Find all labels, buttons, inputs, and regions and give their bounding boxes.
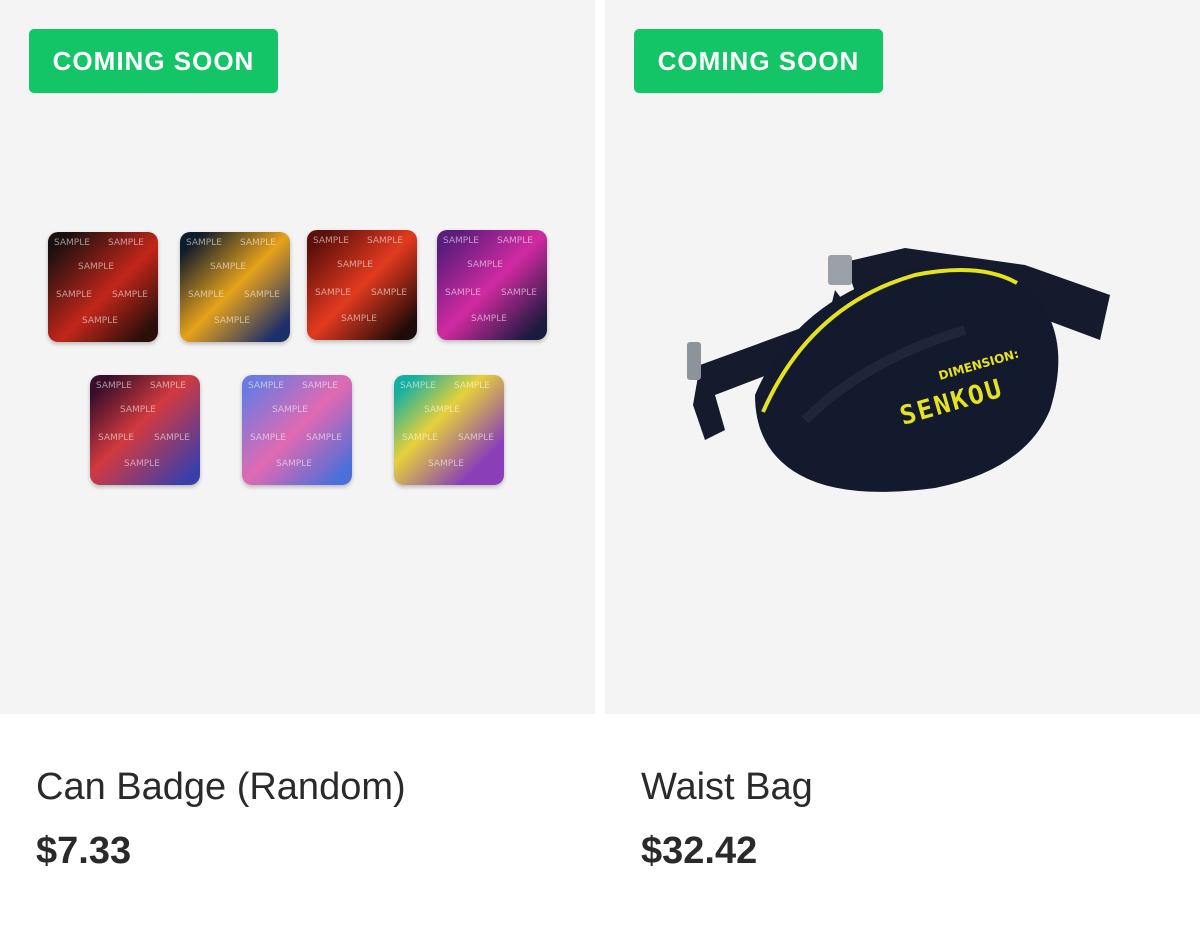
can-badge-thumb: SAMPLE SAMPLE SAMPLE SAMPLE SAMPLE SAMPLE (242, 375, 352, 485)
sample-watermark: SAMPLE (400, 381, 436, 391)
sample-watermark: SAMPLE (56, 290, 92, 300)
sample-watermark: SAMPLE (302, 381, 338, 391)
sample-watermark: SAMPLE (337, 260, 373, 270)
can-badge-thumb: SAMPLE SAMPLE SAMPLE SAMPLE SAMPLE SAMPLE (437, 230, 547, 340)
product-card-waist-bag[interactable]: DIMENSION: SENKOU COMING SOON Waist Bag … (605, 0, 1200, 943)
sample-watermark: SAMPLE (467, 260, 503, 270)
sample-watermark: SAMPLE (210, 262, 246, 272)
product-title[interactable]: Can Badge (Random) (36, 766, 406, 809)
coming-soon-badge: COMING SOON (634, 29, 883, 93)
sample-watermark: SAMPLE (313, 236, 349, 246)
sample-watermark: SAMPLE (471, 314, 507, 324)
sample-watermark: SAMPLE (443, 236, 479, 246)
sample-watermark: SAMPLE (214, 316, 250, 326)
sample-watermark: SAMPLE (150, 381, 186, 391)
can-badge-thumb: SAMPLE SAMPLE SAMPLE SAMPLE SAMPLE SAMPLE (307, 230, 417, 340)
sample-watermark: SAMPLE (186, 238, 222, 248)
sample-watermark: SAMPLE (124, 459, 160, 469)
sample-watermark: SAMPLE (112, 290, 148, 300)
sample-watermark: SAMPLE (108, 238, 144, 248)
sample-watermark: SAMPLE (428, 459, 464, 469)
sample-watermark: SAMPLE (244, 290, 280, 300)
sample-watermark: SAMPLE (458, 433, 494, 443)
sample-watermark: SAMPLE (371, 288, 407, 298)
product-price: $32.42 (641, 830, 758, 872)
sample-watermark: SAMPLE (82, 316, 118, 326)
sample-watermark: SAMPLE (120, 405, 156, 415)
can-badge-thumb: SAMPLE SAMPLE SAMPLE SAMPLE SAMPLE SAMPLE (90, 375, 200, 485)
can-badge-set-image: SAMPLE SAMPLE SAMPLE SAMPLE SAMPLE SAMPLE SAMP… (0, 0, 595, 714)
sample-watermark: SAMPLE (315, 288, 351, 298)
sample-watermark: SAMPLE (402, 433, 438, 443)
sample-watermark: SAMPLE (78, 262, 114, 272)
sample-watermark: SAMPLE (240, 238, 276, 248)
sample-watermark: SAMPLE (250, 433, 286, 443)
coming-soon-badge: COMING SOON (29, 29, 278, 93)
sample-watermark: SAMPLE (454, 381, 490, 391)
sample-watermark: SAMPLE (424, 405, 460, 415)
product-image-waist-bag[interactable]: DIMENSION: SENKOU (605, 0, 1200, 714)
sample-watermark: SAMPLE (367, 236, 403, 246)
waist-bag-image: DIMENSION: SENKOU (687, 248, 1110, 492)
sample-watermark: SAMPLE (98, 433, 134, 443)
sample-watermark: SAMPLE (501, 288, 537, 298)
sample-watermark: SAMPLE (272, 405, 308, 415)
sample-watermark: SAMPLE (445, 288, 481, 298)
sample-watermark: SAMPLE (54, 238, 90, 248)
sample-watermark: SAMPLE (306, 433, 342, 443)
sample-watermark: SAMPLE (248, 381, 284, 391)
product-card-can-badge[interactable]: SAMPLE SAMPLE SAMPLE SAMPLE SAMPLE SAMPLE SAMP… (0, 0, 595, 943)
product-price: $7.33 (36, 830, 132, 872)
can-badge-thumb: SAMPLE SAMPLE SAMPLE SAMPLE SAMPLE SAMPLE (180, 232, 290, 342)
sample-watermark: SAMPLE (276, 459, 312, 469)
product-title[interactable]: Waist Bag (641, 766, 813, 809)
sample-watermark: SAMPLE (96, 381, 132, 391)
sample-watermark: SAMPLE (154, 433, 190, 443)
can-badge-thumb: SAMPLE SAMPLE SAMPLE SAMPLE SAMPLE SAMPLE (394, 375, 504, 485)
product-image-can-badge[interactable]: SAMPLE SAMPLE SAMPLE SAMPLE SAMPLE SAMPLE SAMP… (0, 0, 595, 714)
can-badge-thumb: SAMPLE SAMPLE SAMPLE SAMPLE SAMPLE SAMPLE (48, 232, 158, 342)
sample-watermark: SAMPLE (188, 290, 224, 300)
sample-watermark: SAMPLE (497, 236, 533, 246)
sample-watermark: SAMPLE (341, 314, 377, 324)
